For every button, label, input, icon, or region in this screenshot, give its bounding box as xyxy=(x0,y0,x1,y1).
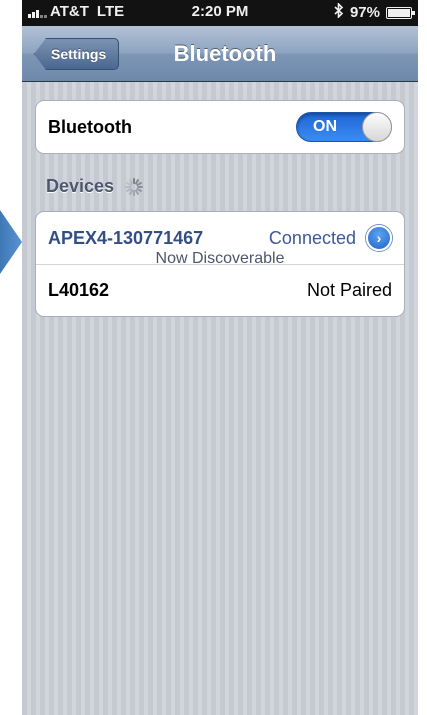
loading-spinner-icon xyxy=(124,177,144,197)
discoverable-status: Now Discoverable xyxy=(155,250,285,267)
bluetooth-toggle[interactable]: ON xyxy=(296,112,392,142)
chevron-right-circle-icon[interactable]: › xyxy=(366,225,392,251)
device-status: Connected xyxy=(268,227,356,248)
devices-section-header: Devices xyxy=(46,176,144,197)
toggle-knob xyxy=(362,112,392,142)
device-status: Not Paired xyxy=(306,280,392,300)
toggle-state-label: ON xyxy=(313,118,337,135)
battery-icon xyxy=(386,6,415,19)
pointer-arrow xyxy=(0,210,22,274)
device-name: L40162 xyxy=(48,280,110,300)
status-bar: AT&T LTE 2:20 PM 97% xyxy=(22,0,418,26)
phone-screen: AT&T LTE 2:20 PM 97% Settings Bluetooth … xyxy=(22,0,418,715)
bluetooth-icon xyxy=(334,2,344,22)
devices-header-label: Devices xyxy=(46,176,115,196)
bluetooth-row: Bluetooth ON xyxy=(36,101,404,153)
bluetooth-toggle-group: Bluetooth ON xyxy=(35,100,405,154)
status-right: 97% xyxy=(334,2,415,22)
device-name: APEX4-130771467 xyxy=(48,227,204,248)
device-row-unpaired[interactable]: L40162 Not Paired xyxy=(36,264,404,316)
page-title: Bluetooth xyxy=(173,41,277,66)
battery-percent: 97% xyxy=(349,4,380,21)
bluetooth-row-label: Bluetooth xyxy=(48,116,132,137)
navigation-bar: Settings Bluetooth xyxy=(22,26,418,82)
